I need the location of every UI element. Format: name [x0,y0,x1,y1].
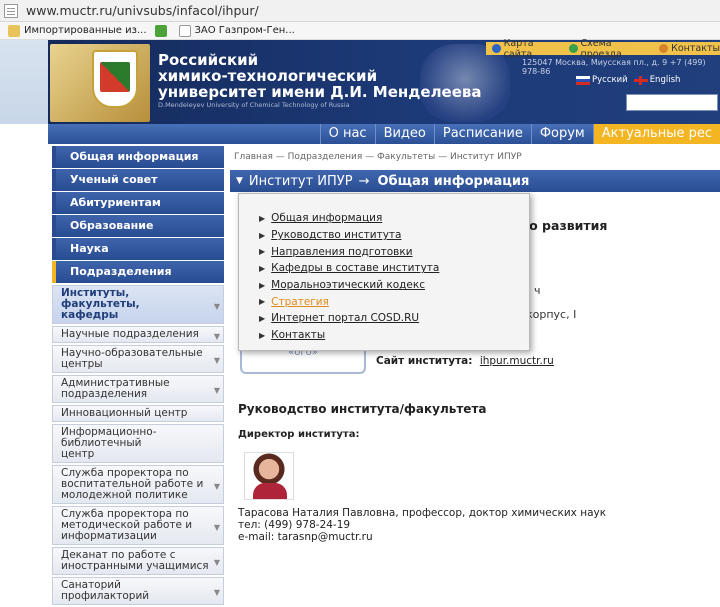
dropdown-item-portal[interactable]: ▶ Интернет портал COSD.RU [239,310,529,327]
director-email[interactable]: e-mail: tarasnp@muctr.ru [238,531,606,543]
sidebar-sub-research[interactable]: Научные подразделения ▼ [52,326,224,343]
institute-site-link[interactable]: ihpur.muctr.ru [480,355,554,367]
bookmark-gazprom[interactable]: ЗАО Газпром-Ген... [178,24,295,37]
uk-flag-icon [633,75,648,85]
main-nav: О нас Видео Расписание Форум Актуальные … [48,124,720,144]
chevron-down-icon: ▼ [213,386,220,395]
section-title: Общая информация [377,173,530,189]
institute-name: Институт ИПУР [248,173,353,189]
section-dropdown-menu: ▶ Общая информация ▶ Руководство института… [238,193,530,351]
dropdown-item-general[interactable]: ▶ Общая информация [239,210,529,227]
chevron-down-icon: ▼ [213,588,220,597]
search-input[interactable] [626,94,718,111]
sidebar-sub-edu-centers[interactable]: Научно-образовательные центры ▼ [52,345,224,373]
dropdown-item-management[interactable]: ▶ Руководство института [239,227,529,244]
globe-icon [568,44,578,53]
sidebar-submenu: Институты, факультеты, кафедры ▼ Научные… [52,285,224,605]
dropdown-item-contacts[interactable]: ▶ Контакты [239,327,529,344]
contacts-link[interactable]: Контакты [659,43,720,54]
bookmark-imported[interactable]: Импортированные из... [8,24,147,37]
doc-icon [178,24,191,37]
folder-icon [8,24,20,37]
sidebar-item-general[interactable]: Общая информация [52,146,224,168]
lang-ru[interactable]: Русский [592,75,628,85]
sidebar-item-council[interactable]: Ученый совет [52,169,224,191]
russia-flag-icon [576,75,590,85]
arrow-right-icon: → [358,173,370,189]
sitemap-link[interactable]: Карта сайта [492,38,563,60]
nav-video[interactable]: Видео [374,124,434,144]
bullet-icon: ▶ [259,230,266,240]
dropdown-item-departments[interactable]: ▶ Кафедры в составе института [239,260,529,277]
breadcrumb[interactable]: Главная — Подразделения — Факультеты — И… [234,152,522,162]
chevron-down-icon: ▼ [213,356,220,365]
address-text: 125047 Москва, Миусская пл., д. 9 +7 (49… [522,58,706,76]
director-phone: тел: (499) 978-24-19 [238,519,351,531]
bookmark-green[interactable] [154,24,171,37]
bullet-icon: ▶ [259,313,266,323]
director-name: Тарасова Наталия Павловна, профессор, до… [238,507,607,519]
sidebar: Общая информация Ученый совет Абитуриент… [52,146,224,607]
site-icon [154,24,167,37]
sidebar-item-science[interactable]: Наука [52,238,224,260]
chevron-down-icon[interactable]: ▼ [236,176,243,186]
university-name[interactable]: Российский химико-технологический универ… [158,52,482,100]
management-heading: Руководство института/факультета [238,402,487,416]
nav-forum[interactable]: Форум [530,124,593,144]
director-info: Тарасова Наталия Павловна, профессор, до… [238,507,606,543]
content-fragment: ч [534,284,541,297]
university-name-en: D.Mendeleyev University of Chemical Tech… [158,101,350,109]
sidebar-item-applicants[interactable]: Абитуриентам [52,192,224,214]
url-text[interactable]: www.muctr.ru/univsubs/infacol/ihpur/ [26,3,259,18]
sitemap-icon [492,44,501,53]
director-photo [244,452,294,500]
bullet-icon: ▶ [259,330,266,340]
institute-site: Сайт института: ihpur.muctr.ru [376,355,554,367]
sidebar-sub-library[interactable]: Информационно-библиотечный центр [52,424,224,463]
lang-en[interactable]: English [650,75,681,85]
dropdown-item-ethics[interactable]: ▶ Моральноэтический кодекс [239,277,529,294]
contacts-icon [659,44,669,53]
top-links: Карта сайта Схема проезда Контакты [486,38,720,60]
sidebar-sub-foreign[interactable]: Деканат по работе с иностранными учащими… [52,547,224,575]
bullet-icon: ▶ [259,213,266,223]
content-fragment: корпус, I [526,308,577,321]
nav-about[interactable]: О нас [319,124,375,144]
nav-resources[interactable]: Актуальные рес [592,124,720,144]
page-icon [4,3,18,18]
chevron-down-icon: ▼ [213,558,220,567]
sidebar-sub-innovation[interactable]: Инновационный центр [52,405,224,422]
university-emblem[interactable] [92,50,138,108]
sidebar-item-education[interactable]: Образование [52,215,224,237]
nav-schedule[interactable]: Расписание [433,124,531,144]
sidebar-sub-prorector-youth[interactable]: Служба проректора по воспитательной рабо… [52,465,224,504]
emblem-shield [100,62,130,92]
sidebar-sub-admin[interactable]: Административные подразделения ▼ [52,375,224,403]
dropdown-item-programs[interactable]: ▶ Направления подготовки [239,243,529,260]
directions-link[interactable]: Схема проезда [568,38,653,60]
sidebar-sub-prorector-methods[interactable]: Служба проректора по методической работе… [52,506,224,545]
bullet-icon: ▶ [259,263,266,273]
language-switch: Русский English [576,75,680,85]
address-bar[interactable]: www.muctr.ru/univsubs/infacol/ihpur/ [0,0,720,22]
chevron-down-icon: ▼ [213,481,220,491]
section-title-bar[interactable]: ▼ Институт ИПУР → Общая информация [230,170,720,192]
bullet-icon: ▶ [259,297,266,307]
sidebar-sub-institutes[interactable]: Институты, факультеты, кафедры ▼ [52,285,224,324]
sidebar-item-divisions[interactable]: Подразделения [52,261,224,283]
chevron-down-icon: ▼ [213,522,220,532]
dropdown-item-strategy[interactable]: ▶ Стратегия [239,293,529,310]
sidebar-sub-sanatorium[interactable]: Санаторий профилакторий ▼ [52,577,224,605]
bullet-icon: ▶ [259,247,266,257]
chevron-down-icon: ▼ [213,301,220,311]
chevron-down-icon: ▼ [213,331,220,341]
director-label: Директор института: [238,429,360,440]
bullet-icon: ▶ [259,280,266,290]
